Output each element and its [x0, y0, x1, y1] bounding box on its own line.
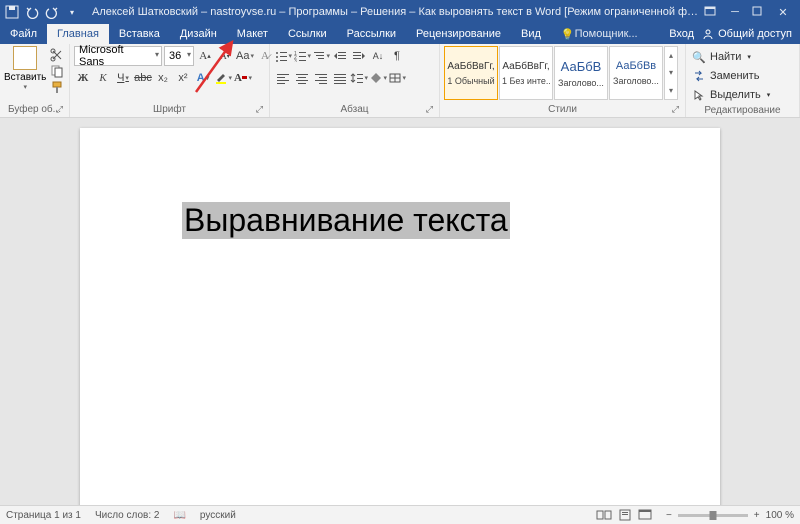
paste-button[interactable]: Вставить ▾ — [4, 46, 46, 91]
format-painter-icon[interactable] — [50, 80, 66, 94]
style-normal[interactable]: АаБбВвГг, 1 Обычный — [444, 46, 498, 100]
paragraph-launcher-icon[interactable]: ⤢ — [426, 104, 433, 115]
group-editing: 🔍 Найти▾ Заменить Выделить▾ Редактирован… — [686, 44, 800, 117]
font-launcher-icon[interactable]: ⤢ — [256, 104, 263, 115]
highlight-button[interactable]: ▾ — [214, 68, 232, 88]
undo-icon[interactable] — [24, 4, 40, 20]
ribbon-display-icon[interactable] — [704, 6, 718, 19]
styles-launcher-icon[interactable]: ⤢ — [672, 104, 679, 115]
view-print-icon[interactable] — [618, 509, 632, 521]
select-icon — [692, 89, 706, 101]
decrease-indent-button[interactable] — [331, 46, 349, 66]
font-size-combo[interactable]: 36▾ — [164, 46, 194, 66]
find-icon: 🔍 — [692, 51, 706, 64]
tab-view[interactable]: Вид — [511, 24, 551, 44]
tell-me[interactable]: 💡 Помощник... — [551, 24, 648, 44]
subscript-button[interactable]: x₂ — [154, 68, 172, 88]
status-bar: Страница 1 из 1 Число слов: 2 📖 русский … — [0, 505, 800, 524]
align-center-button[interactable] — [293, 68, 311, 88]
document-area[interactable]: Выравнивание текста — [0, 118, 800, 505]
underline-button[interactable]: Ч▾ — [114, 68, 132, 88]
zoom-slider[interactable] — [678, 514, 748, 517]
bold-button[interactable]: Ж — [74, 68, 92, 88]
change-case-button[interactable]: Aa▾ — [236, 46, 254, 66]
zoom-out-button[interactable]: − — [666, 510, 672, 521]
share-icon — [702, 28, 714, 40]
status-word-count[interactable]: Число слов: 2 — [95, 510, 159, 521]
numbering-button[interactable]: 123▾ — [293, 46, 311, 66]
clipboard-launcher-icon[interactable]: ⤢ — [56, 104, 63, 115]
style-heading2[interactable]: АаБбВв Заголово... — [609, 46, 663, 100]
styles-gallery-more[interactable]: ▴▾▾ — [664, 46, 678, 100]
window-title: Алексей Шатковский – nastroyvse.ru – Про… — [92, 6, 698, 18]
view-buttons — [596, 509, 652, 521]
grow-font-button[interactable]: A▴ — [196, 46, 214, 66]
save-icon[interactable] — [4, 4, 20, 20]
maximize-icon[interactable] — [752, 6, 766, 19]
svg-text:3: 3 — [294, 59, 297, 62]
align-left-button[interactable] — [274, 68, 292, 88]
redo-icon[interactable] — [44, 4, 60, 20]
font-color-button[interactable]: A▾ — [234, 68, 252, 88]
status-language[interactable]: русский — [200, 510, 236, 521]
font-name-combo[interactable]: Microsoft Sans▾ — [74, 46, 162, 66]
line-spacing-button[interactable]: ▾ — [350, 68, 368, 88]
tab-file[interactable]: Файл — [0, 24, 47, 44]
window-controls: ─ ✕ — [698, 6, 796, 19]
minimize-icon[interactable]: ─ — [728, 6, 742, 19]
document-page[interactable]: Выравнивание текста — [80, 128, 720, 505]
show-marks-button[interactable]: ¶ — [388, 46, 406, 66]
zoom-in-button[interactable]: + — [754, 510, 760, 521]
title-bar: ▾ Алексей Шатковский – nastroyvse.ru – П… — [0, 0, 800, 24]
sort-button[interactable]: A↓ — [369, 46, 387, 66]
view-read-icon[interactable] — [596, 509, 612, 521]
group-clipboard: Вставить ▾ Буфер об...⤢ — [0, 44, 70, 117]
tab-mailings[interactable]: Рассылки — [337, 24, 406, 44]
tab-home[interactable]: Главная — [47, 24, 109, 44]
shading-button[interactable]: ▾ — [369, 68, 387, 88]
select-button[interactable]: Выделить▾ — [690, 86, 772, 104]
copy-icon[interactable] — [50, 64, 66, 78]
selected-text[interactable]: Выравнивание текста — [182, 202, 510, 239]
close-icon[interactable]: ✕ — [776, 6, 790, 19]
cut-icon[interactable] — [50, 48, 66, 62]
status-spellcheck-icon[interactable]: 📖 — [173, 510, 185, 521]
find-button[interactable]: 🔍 Найти▾ — [690, 48, 772, 66]
borders-button[interactable]: ▾ — [388, 68, 406, 88]
paste-icon — [13, 46, 37, 70]
increase-indent-button[interactable] — [350, 46, 368, 66]
status-page[interactable]: Страница 1 из 1 — [6, 510, 81, 521]
replace-button[interactable]: Заменить — [690, 67, 772, 85]
tab-review[interactable]: Рецензирование — [406, 24, 511, 44]
text-effects-button[interactable]: A▾ — [194, 68, 212, 88]
tab-layout[interactable]: Макет — [227, 24, 278, 44]
zoom-level[interactable]: 100 % — [766, 510, 794, 521]
ribbon-tabs: Файл Главная Вставка Дизайн Макет Ссылки… — [0, 24, 800, 44]
tab-insert[interactable]: Вставка — [109, 24, 170, 44]
style-heading1[interactable]: АаБбВ Заголово... — [554, 46, 608, 100]
view-web-icon[interactable] — [638, 509, 652, 521]
tab-design[interactable]: Дизайн — [170, 24, 227, 44]
sign-in-link[interactable]: Вход — [669, 28, 694, 40]
shrink-font-button[interactable]: A▾ — [216, 46, 234, 66]
style-no-spacing[interactable]: АаБбВвГг, 1 Без инте... — [499, 46, 553, 100]
align-right-button[interactable] — [312, 68, 330, 88]
quick-access-toolbar: ▾ — [4, 4, 80, 20]
superscript-button[interactable]: x² — [174, 68, 192, 88]
zoom-control: − + 100 % — [666, 510, 794, 521]
group-paragraph: ▾ 123▾ ▾ A↓ ¶ ▾ ▾ ▾ А — [270, 44, 440, 117]
group-styles: АаБбВвГг, 1 Обычный АаБбВвГг, 1 Без инте… — [440, 44, 686, 117]
replace-icon — [692, 70, 706, 82]
italic-button[interactable]: К — [94, 68, 112, 88]
share-button[interactable]: Общий доступ — [702, 28, 792, 40]
qat-customize-icon[interactable]: ▾ — [64, 4, 80, 20]
group-font: Microsoft Sans▾ 36▾ A▴ A▾ Aa▾ A̷ Ж К Ч▾ … — [70, 44, 270, 117]
justify-button[interactable] — [331, 68, 349, 88]
ribbon: Вставить ▾ Буфер об...⤢ Microsoft Sans▾ … — [0, 44, 800, 118]
tab-references[interactable]: Ссылки — [278, 24, 337, 44]
multilevel-list-button[interactable]: ▾ — [312, 46, 330, 66]
strikethrough-button[interactable]: abc — [134, 68, 152, 88]
bullets-button[interactable]: ▾ — [274, 46, 292, 66]
